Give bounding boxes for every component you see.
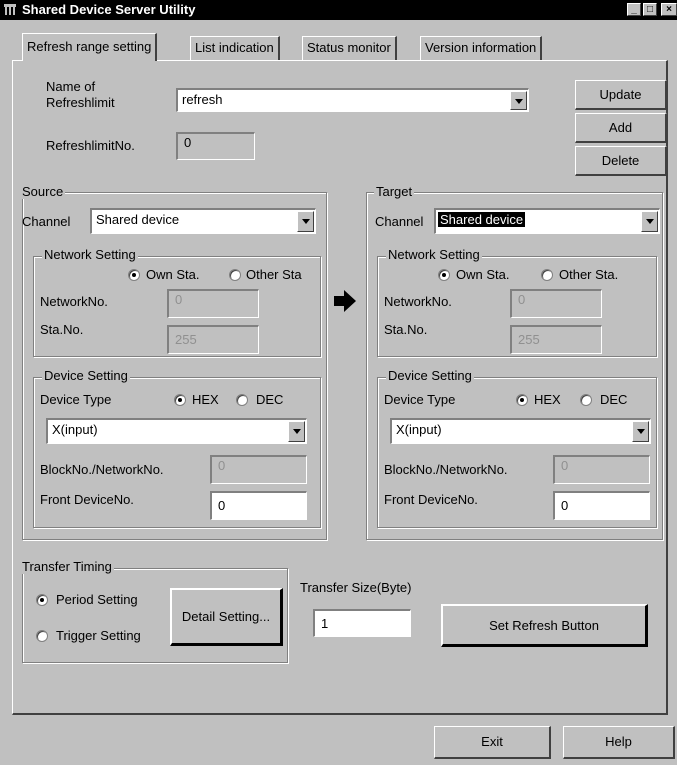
target-stano-label: Sta.No.: [384, 322, 428, 337]
target-other-sta-label: Other Sta.: [559, 267, 619, 282]
maximize-icon: □: [646, 4, 654, 15]
app-window: Shared Device Server Utility _ □ × Refre…: [0, 0, 677, 765]
source-channel-combo[interactable]: Shared device: [90, 208, 316, 234]
source-device-title: Device Setting: [42, 368, 130, 383]
target-front-device-field[interactable]: 0: [553, 491, 650, 520]
target-network-title: Network Setting: [386, 247, 482, 262]
period-setting-label: Period Setting: [56, 592, 138, 607]
target-own-sta-radio[interactable]: [438, 269, 450, 281]
network-icon: [4, 4, 16, 15]
chevron-down-icon[interactable]: [641, 211, 658, 232]
source-device-type-combo[interactable]: X(input): [46, 418, 307, 444]
set-refresh-button[interactable]: Set Refresh Button: [441, 604, 648, 647]
target-channel-label: Channel: [375, 214, 424, 229]
source-stano-field: 255: [167, 325, 259, 354]
target-channel-combo[interactable]: Shared device: [434, 208, 660, 234]
minimize-button[interactable]: _: [627, 3, 641, 16]
source-group-title: Source: [20, 184, 66, 199]
right-arrow-icon: [334, 290, 356, 312]
target-device-type-label: Device Type: [384, 392, 456, 407]
source-hex-radio[interactable]: [174, 394, 186, 406]
tab-version-information[interactable]: Version information: [420, 36, 543, 60]
add-button[interactable]: Add: [575, 113, 667, 143]
trigger-setting-radio[interactable]: [36, 630, 48, 642]
target-device-title: Device Setting: [386, 368, 474, 383]
target-blockno-label: BlockNo./NetworkNo.: [384, 462, 508, 477]
tab-refresh-range-setting[interactable]: Refresh range setting: [22, 33, 158, 61]
source-channel-value: Shared device: [96, 212, 180, 227]
target-own-sta-label: Own Sta.: [456, 267, 510, 282]
target-hex-label: HEX: [534, 392, 561, 407]
source-blockno-field: 0: [210, 455, 307, 484]
transfer-size-field[interactable]: 1: [313, 609, 411, 637]
source-own-sta-radio[interactable]: [128, 269, 140, 281]
source-hex-label: HEX: [192, 392, 219, 407]
delete-button[interactable]: Delete: [575, 146, 667, 176]
target-networkno-field: 0: [510, 289, 602, 318]
refreshlimit-name-label: Name of Refreshlimit: [46, 79, 115, 110]
target-hex-radio[interactable]: [516, 394, 528, 406]
source-stano-label: Sta.No.: [40, 322, 84, 337]
close-icon: ×: [666, 4, 672, 15]
transfer-size-label: Transfer Size(Byte): [300, 580, 412, 595]
chevron-down-icon[interactable]: [288, 421, 305, 442]
target-front-device-label: Front DeviceNo.: [384, 492, 478, 507]
target-device-type-value: X(input): [396, 422, 442, 437]
maximize-button[interactable]: □: [643, 3, 657, 16]
minimize-icon: _: [631, 4, 637, 15]
period-setting-radio[interactable]: [36, 594, 48, 606]
close-button[interactable]: ×: [661, 3, 677, 16]
chevron-down-icon[interactable]: [297, 211, 314, 232]
window-title: Shared Device Server Utility: [22, 2, 196, 17]
target-other-sta-radio[interactable]: [541, 269, 553, 281]
tab-list-indication[interactable]: List indication: [190, 36, 280, 60]
target-group-title: Target: [374, 184, 415, 199]
target-blockno-field: 0: [553, 455, 650, 484]
refreshlimit-no-label: RefreshlimitNo.: [46, 138, 135, 153]
target-dec-label: DEC: [600, 392, 628, 407]
source-front-device-label: Front DeviceNo.: [40, 492, 134, 507]
target-device-type-combo[interactable]: X(input): [390, 418, 651, 444]
update-button[interactable]: Update: [575, 80, 667, 110]
source-own-sta-label: Own Sta.: [146, 267, 200, 282]
transfer-timing-title: Transfer Timing: [20, 559, 114, 574]
source-dec-radio[interactable]: [236, 394, 248, 406]
source-dec-label: DEC: [256, 392, 284, 407]
help-button[interactable]: Help: [563, 726, 675, 759]
source-device-type-label: Device Type: [40, 392, 112, 407]
target-networkno-label: NetworkNo.: [384, 294, 452, 309]
source-blockno-label: BlockNo./NetworkNo.: [40, 462, 164, 477]
refreshlimit-no-field: 0: [176, 132, 255, 160]
chevron-down-icon[interactable]: [510, 91, 527, 110]
detail-setting-button[interactable]: Detail Setting...: [170, 588, 283, 646]
exit-button[interactable]: Exit: [434, 726, 551, 759]
refreshlimit-name-combo[interactable]: refresh: [176, 88, 529, 112]
refreshlimit-name-value: refresh: [182, 92, 223, 107]
source-device-type-value: X(input): [52, 422, 98, 437]
source-networkno-label: NetworkNo.: [40, 294, 108, 309]
source-network-title: Network Setting: [42, 247, 138, 262]
trigger-setting-label: Trigger Setting: [56, 628, 141, 643]
target-dec-radio[interactable]: [580, 394, 592, 406]
source-networkno-field: 0: [167, 289, 259, 318]
source-other-sta-radio[interactable]: [229, 269, 241, 281]
source-channel-label: Channel: [22, 214, 71, 229]
source-other-sta-label: Other Sta: [246, 267, 302, 282]
chevron-down-icon[interactable]: [632, 421, 649, 442]
title-bar[interactable]: Shared Device Server Utility _ □ ×: [0, 0, 677, 20]
target-stano-field: 255: [510, 325, 602, 354]
target-channel-value: Shared device: [438, 212, 526, 227]
tab-status-monitor[interactable]: Status monitor: [302, 36, 397, 60]
source-front-device-field[interactable]: 0: [210, 491, 307, 520]
